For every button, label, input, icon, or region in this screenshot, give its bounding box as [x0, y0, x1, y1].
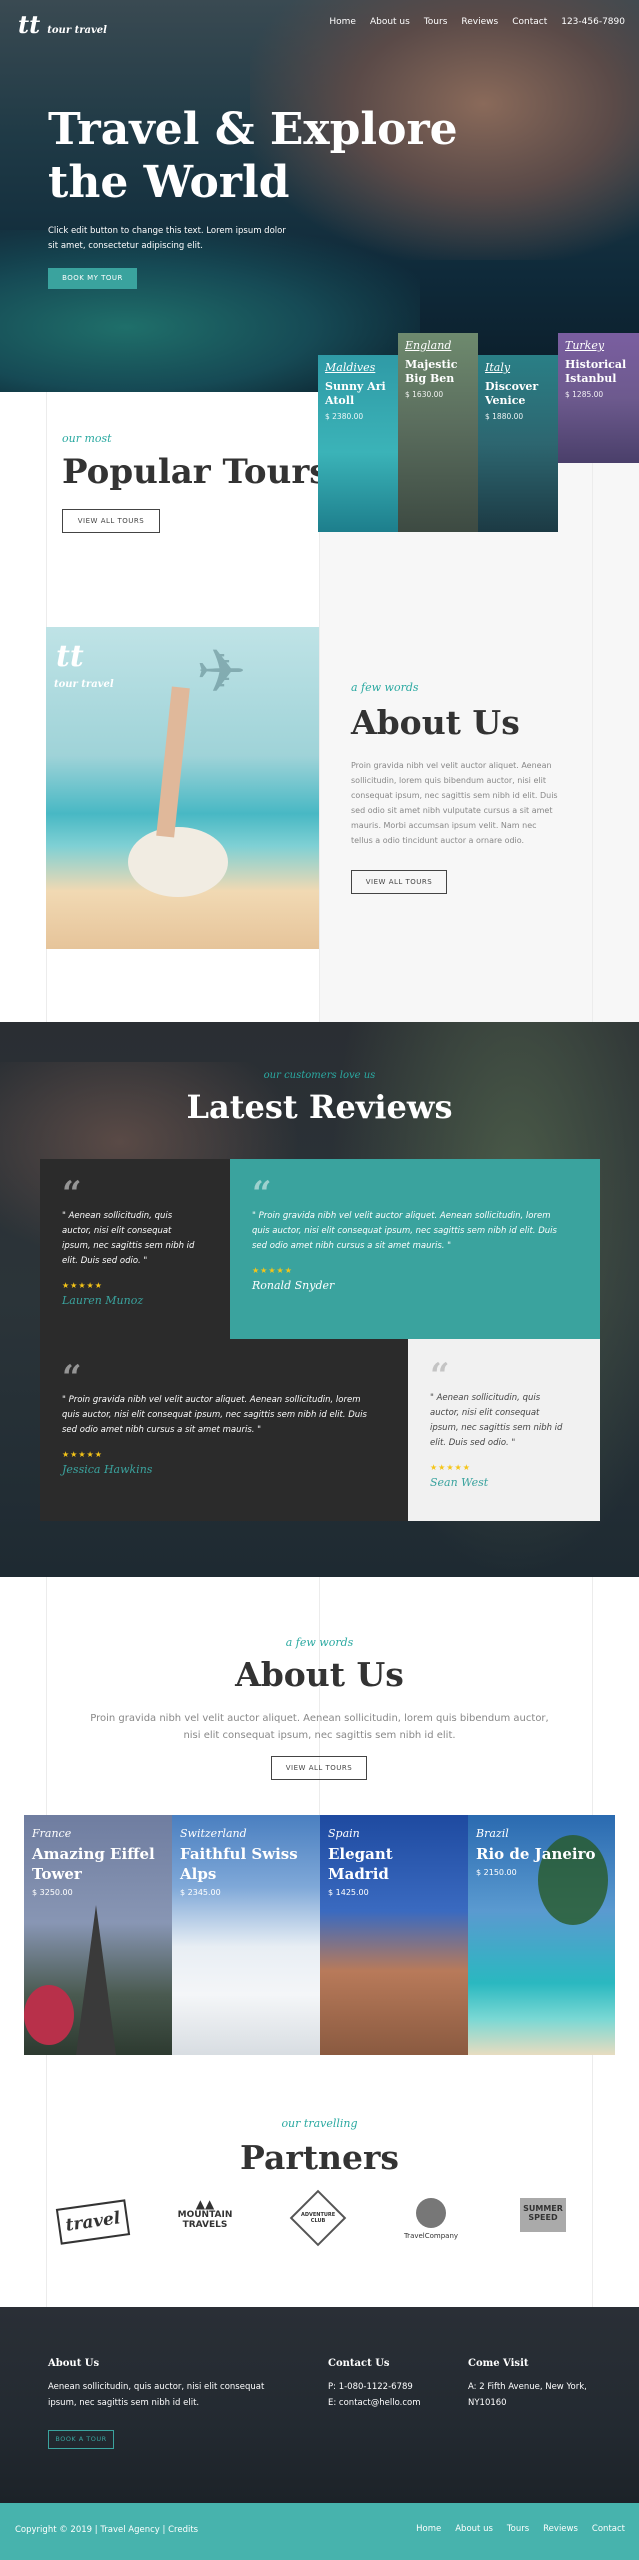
destination-brazil[interactable]: Brazil Rio de Janeiro $ 2150.00 — [468, 1815, 615, 2055]
reviews-title: Latest Reviews — [186, 1088, 453, 1126]
hero-text: Click edit button to change this text. L… — [48, 226, 286, 251]
eiffel-tower-shape — [76, 1905, 116, 2055]
nav-tours[interactable]: Tours — [424, 17, 448, 27]
destination-switzerland[interactable]: Switzerland Faithful Swiss Alps $ 2345.00 — [172, 1815, 320, 2055]
destination-spain[interactable]: Spain Elegant Madrid $ 1425.00 — [320, 1815, 468, 2055]
quote-icon: “ — [62, 1174, 82, 1214]
plane-icon: ✈ — [196, 637, 247, 707]
footer-visit: Come Visit A: 2 Fifth Avenue, New York, N… — [468, 2358, 587, 2408]
logo[interactable]: tt tour travel — [18, 10, 107, 39]
about1-view-tours-button[interactable]: VIEW ALL TOURS — [351, 870, 447, 894]
footer-about: About Us Aenean sollicitudin, quis aucto… — [48, 2358, 265, 2408]
legs-shape — [156, 686, 190, 838]
footer-nav-tours[interactable]: Tours — [507, 2524, 529, 2534]
review-card-4: “ " Aenean sollicitudin, quis auctor, nis… — [408, 1339, 600, 1521]
flowers-shape — [24, 1985, 74, 2045]
about2-kicker: a few words — [285, 1636, 354, 1649]
partners-title: Partners — [240, 2138, 399, 2177]
phone-number[interactable]: 123-456-7890 — [561, 17, 625, 27]
about1-kicker: a few words — [351, 681, 419, 694]
nav-reviews[interactable]: Reviews — [461, 17, 498, 27]
about2-text: Proin gravida nibh vel velit auctor aliq… — [90, 1713, 549, 1741]
tour-card-turkey[interactable]: Turkey Historical Istanbul $ 1285.00 — [558, 333, 639, 463]
footer-nav-reviews[interactable]: Reviews — [543, 2524, 578, 2534]
hat-shape — [128, 827, 228, 897]
tour-card-england[interactable]: England Majestic Big Ben $ 1630.00 — [398, 333, 478, 532]
globe-icon — [416, 2198, 446, 2228]
review-card-1: “ " Aenean sollicitudin, quis auctor, nis… — [40, 1159, 230, 1339]
reviewer-name: Jessica Hawkins — [62, 1463, 153, 1476]
about1-text: Proin gravida nibh vel velit auctor aliq… — [351, 761, 558, 845]
footer-contact: Contact Us P: 1-080-1122-6789 E: contact@… — [328, 2358, 421, 2408]
partner-logo-travelcompany[interactable]: TravelCompany — [396, 2198, 466, 2248]
about2-title: About Us — [235, 1655, 404, 1694]
review-card-3: “ " Proin gravida nibh vel velit auctor … — [40, 1339, 408, 1521]
rating-stars: ★★★★★ — [62, 1450, 103, 1459]
quote-icon: “ — [62, 1358, 82, 1398]
rating-stars: ★★★★★ — [252, 1266, 293, 1275]
about1-title: About Us — [351, 703, 520, 742]
hero-title: Travel & Explore the World — [48, 104, 458, 208]
about2-view-tours-button[interactable]: VIEW ALL TOURS — [271, 1756, 367, 1780]
nav-home[interactable]: Home — [329, 17, 356, 27]
partner-logo-summer-speed[interactable]: SUMMER SPEED — [508, 2198, 578, 2248]
rating-stars: ★★★★★ — [430, 1463, 471, 1472]
nav-contact[interactable]: Contact — [512, 17, 547, 27]
logo-name: tour travel — [47, 25, 107, 36]
review-card-2: “ " Proin gravida nibh vel velit auctor … — [230, 1159, 600, 1339]
about-beach-image: tt tour travel ✈ — [46, 627, 319, 949]
nav-about[interactable]: About us — [370, 17, 410, 27]
rating-stars: ★★★★★ — [62, 1281, 103, 1290]
footer-nav-about[interactable]: About us — [455, 2524, 493, 2534]
copyright: Copyright © 2019 | Travel Agency | Credi… — [15, 2525, 199, 2535]
view-all-tours-button[interactable]: VIEW ALL TOURS — [62, 509, 160, 533]
popular-kicker: our most — [62, 432, 112, 445]
footer-nav-home[interactable]: Home — [416, 2524, 441, 2534]
partners-kicker: our travelling — [281, 2117, 358, 2130]
reviewer-name: Ronald Snyder — [252, 1279, 335, 1292]
quote-icon: “ — [252, 1174, 272, 1214]
logo-mark: tt — [18, 10, 41, 39]
partner-logo-adventure-club[interactable]: ADVENTURE CLUB — [283, 2189, 353, 2248]
book-a-tour-button[interactable]: BOOK A TOUR — [48, 2430, 114, 2449]
tour-card-maldives[interactable]: Maldives Sunny Ari Atoll $ 2380.00 — [318, 355, 398, 532]
reviews-kicker: our customers love us — [263, 1070, 376, 1081]
grid-line — [592, 392, 593, 1022]
tour-card-italy[interactable]: Italy Discover Venice $ 1880.00 — [478, 355, 558, 532]
book-my-tour-button[interactable]: BOOK MY TOUR — [48, 268, 137, 289]
destination-france[interactable]: France Amazing Eiffel Tower $ 3250.00 — [24, 1815, 172, 2055]
partner-logo-mountain-travels[interactable]: ▲▲ MOUNTAIN TRAVELS — [170, 2198, 240, 2248]
reviewer-name: Lauren Munoz — [62, 1294, 144, 1307]
footer-nav-contact[interactable]: Contact — [592, 2524, 625, 2534]
footer-nav: Home About us Tours Reviews Contact — [402, 2524, 625, 2534]
image-logo-mark: tt — [56, 639, 84, 674]
main-nav: Home About us Tours Reviews Contact 123-… — [315, 17, 625, 27]
partner-logo-travel[interactable]: travel — [55, 2198, 131, 2248]
quote-icon: “ — [430, 1356, 450, 1396]
image-logo-name: tour travel — [54, 679, 114, 690]
popular-title: Popular Tours — [62, 452, 329, 492]
mountain-icon: ▲▲ — [195, 2197, 215, 2211]
reviewer-name: Sean West — [430, 1476, 489, 1489]
